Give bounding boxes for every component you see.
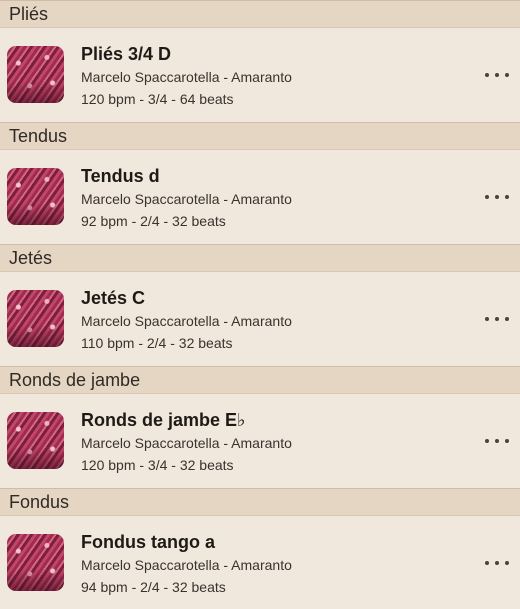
- album-art-icon: [7, 168, 64, 225]
- track-row[interactable]: Ronds de jambe E♭ Marcelo Spaccarotella …: [0, 394, 520, 488]
- track-row[interactable]: Fondus tango a Marcelo Spaccarotella - A…: [0, 516, 520, 609]
- album-art-icon: [7, 290, 64, 347]
- track-artist: Marcelo Spaccarotella - Amaranto: [81, 191, 292, 207]
- track-row[interactable]: Pliés 3/4 D Marcelo Spaccarotella - Amar…: [0, 28, 520, 122]
- more-options-icon[interactable]: [485, 553, 509, 573]
- more-options-icon[interactable]: [485, 187, 509, 207]
- track-row[interactable]: Tendus d Marcelo Spaccarotella - Amarant…: [0, 150, 520, 244]
- album-art-icon: [7, 412, 64, 469]
- track-meta: 92 bpm - 2/4 - 32 beats: [81, 213, 226, 229]
- track-title: Tendus d: [81, 166, 160, 186]
- track-artist: Marcelo Spaccarotella - Amaranto: [81, 313, 292, 329]
- track-title: Ronds de jambe E♭: [81, 410, 246, 430]
- track-list: Pliés Pliés 3/4 D Marcelo Spaccarotella …: [0, 0, 520, 609]
- section-header: Fondus: [0, 488, 520, 516]
- section-header: Tendus: [0, 122, 520, 150]
- track-title: Pliés 3/4 D: [81, 44, 172, 64]
- track-row[interactable]: Jetés C Marcelo Spaccarotella - Amaranto…: [0, 272, 520, 366]
- section-header: Pliés: [0, 0, 520, 28]
- section-header: Jetés: [0, 244, 520, 272]
- track-artist: Marcelo Spaccarotella - Amaranto: [81, 69, 292, 85]
- section-plies: Pliés Pliés 3/4 D Marcelo Spaccarotella …: [0, 0, 520, 122]
- section-fondus: Fondus Fondus tango a Marcelo Spaccarote…: [0, 488, 520, 609]
- track-title: Fondus tango a: [81, 532, 215, 552]
- album-art-icon: [7, 534, 64, 591]
- track-artist: Marcelo Spaccarotella - Amaranto: [81, 435, 292, 451]
- more-options-icon[interactable]: [485, 65, 509, 85]
- track-meta: 110 bpm - 2/4 - 32 beats: [81, 335, 233, 351]
- track-title: Jetés C: [81, 288, 146, 308]
- section-jetes: Jetés Jetés C Marcelo Spaccarotella - Am…: [0, 244, 520, 366]
- track-meta: 120 bpm - 3/4 - 64 beats: [81, 91, 234, 107]
- section-ronds-de-jambe: Ronds de jambe Ronds de jambe E♭ Marcelo…: [0, 366, 520, 488]
- track-meta: 94 bpm - 2/4 - 32 beats: [81, 579, 226, 595]
- more-options-icon[interactable]: [485, 431, 509, 451]
- track-meta: 120 bpm - 3/4 - 32 beats: [81, 457, 234, 473]
- track-artist: Marcelo Spaccarotella - Amaranto: [81, 557, 292, 573]
- album-art-icon: [7, 46, 64, 103]
- more-options-icon[interactable]: [485, 309, 509, 329]
- section-tendus: Tendus Tendus d Marcelo Spaccarotella - …: [0, 122, 520, 244]
- section-header: Ronds de jambe: [0, 366, 520, 394]
